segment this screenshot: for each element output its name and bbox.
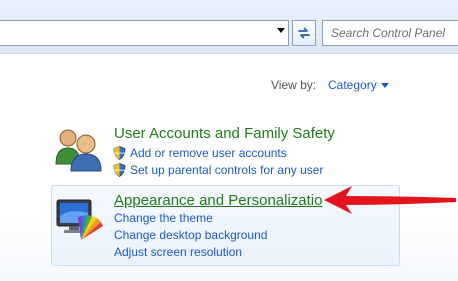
address-toolbar: Search Control Panel: [0, 0, 458, 54]
appearance-personalization-icon[interactable]: [55, 196, 105, 242]
link-add-remove-users[interactable]: Add or remove user accounts: [130, 146, 287, 160]
uac-shield-icon: [113, 146, 126, 160]
link-change-theme[interactable]: Change the theme: [114, 211, 213, 225]
address-bar[interactable]: [0, 20, 289, 46]
link-parental-controls[interactable]: Set up parental controls for any user: [130, 163, 323, 177]
view-by-label: View by:: [271, 78, 317, 92]
uac-shield-icon: [113, 163, 126, 177]
refresh-button[interactable]: [292, 20, 316, 46]
annotation-arrow-icon: [324, 186, 456, 214]
chevron-down-icon[interactable]: [277, 28, 285, 33]
link-adjust-screen-resolution[interactable]: Adjust screen resolution: [114, 245, 242, 259]
refresh-icon: [298, 27, 310, 39]
chevron-down-icon[interactable]: [381, 83, 389, 88]
view-by-dropdown[interactable]: Category: [328, 78, 377, 92]
category-title-appearance[interactable]: Appearance and Personalizatio: [114, 192, 322, 210]
category-title-user-accounts[interactable]: User Accounts and Family Safety: [114, 125, 335, 143]
search-input[interactable]: Search Control Panel: [322, 20, 458, 46]
user-accounts-icon[interactable]: [53, 126, 105, 172]
link-change-desktop-background[interactable]: Change desktop background: [114, 228, 267, 242]
